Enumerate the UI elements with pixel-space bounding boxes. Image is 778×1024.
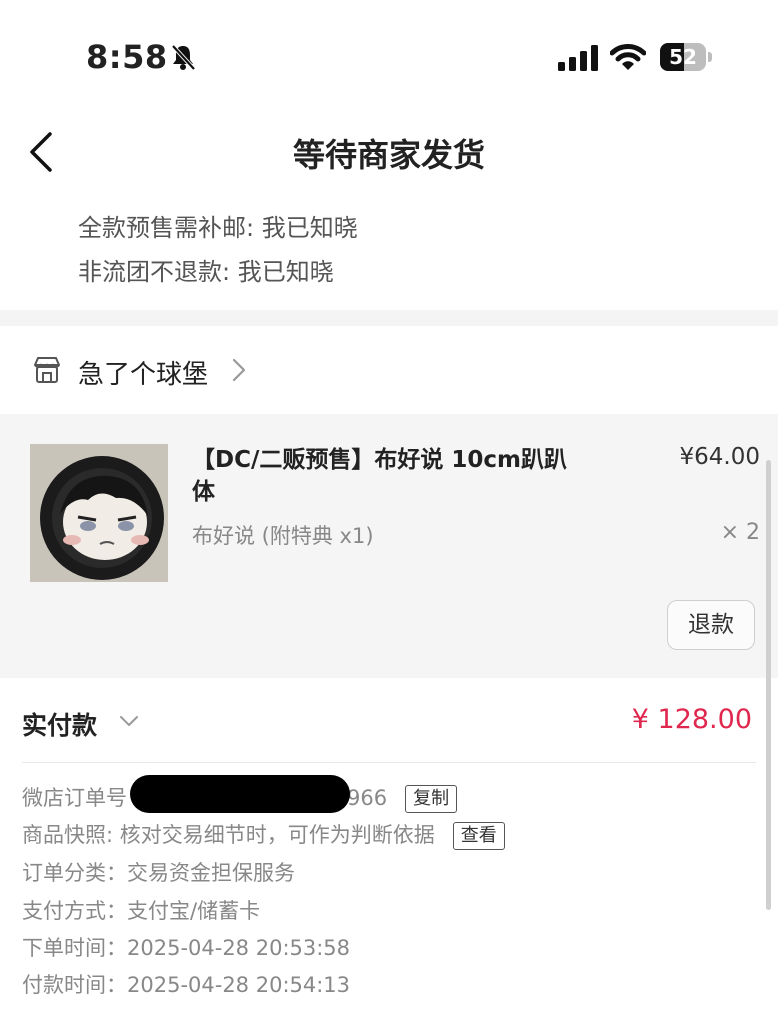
order-info: 实付款 ¥ 128.00 微店订单号 966 复制 商品快照: 核对交易细节时，可作…: [0, 678, 778, 1024]
redaction-mask: [130, 775, 350, 813]
product-item[interactable]: 【DC/二贩预售】布好说 10cm趴趴体 ¥64.00 布好说 (附特典 x1)…: [0, 414, 778, 678]
order-time-row: 下单时间：2025-04-28 20:53:58: [22, 932, 350, 962]
snapshot-value: 核对交易细节时，可作为判断依据: [119, 823, 435, 847]
pay-method-key: 支付方式：: [22, 899, 127, 923]
category-row: 订单分类：交易资金担保服务: [22, 857, 295, 887]
category-key: 订单分类：: [22, 861, 127, 885]
snapshot-key: 商品快照:: [22, 823, 120, 847]
clock: 8:58: [86, 38, 168, 76]
store-name: 急了个球堡: [78, 360, 209, 390]
plush-image: [30, 444, 168, 582]
scrollbar[interactable]: [766, 460, 771, 910]
page-title: 等待商家发货: [292, 136, 485, 174]
view-snapshot-button[interactable]: 查看: [452, 822, 505, 850]
nav-bar: 等待商家发货: [0, 110, 778, 200]
note-line: 非流团不退款: 我已知晓: [78, 258, 334, 286]
cellular-signal-icon: [558, 45, 598, 71]
note-line: 全款预售需补邮: 我已知晓: [78, 214, 358, 242]
shop-icon: [34, 357, 60, 383]
copy-button[interactable]: 复制: [405, 785, 458, 813]
battery-indicator: 52: [660, 43, 712, 71]
snapshot-row: 商品快照: 核对交易细节时，可作为判断依据 查看: [22, 819, 505, 850]
pay-time-row: 付款时间：2025-04-28 20:54:13: [22, 969, 350, 999]
order-time-key: 下单时间：: [22, 936, 127, 960]
paid-amount: ¥ 128.00: [631, 704, 752, 735]
product-title[interactable]: 【DC/二贩预售】布好说 10cm趴趴体: [192, 444, 582, 508]
product-quantity: × 2: [720, 520, 760, 545]
order-number-value: 966: [347, 786, 388, 810]
refund-button[interactable]: 退款: [667, 600, 755, 650]
store-row[interactable]: 急了个球堡: [0, 326, 778, 414]
status-bar: 8:58 52: [0, 0, 778, 110]
wifi-icon: [610, 44, 646, 70]
battery-percent: 52: [669, 45, 697, 69]
pay-method-row: 支付方式：支付宝/储蓄卡: [22, 895, 260, 925]
product-image[interactable]: [30, 444, 168, 582]
paid-label[interactable]: 实付款: [22, 706, 97, 742]
order-number-key: 微店订单号: [22, 786, 127, 810]
chevron-down-icon[interactable]: [118, 714, 140, 728]
chevron-right-icon: [232, 358, 246, 382]
product-price: ¥64.00: [679, 444, 760, 470]
pay-time-key: 付款时间：: [22, 973, 127, 997]
order-notes: 全款预售需补邮: 我已知晓 非流团不退款: 我已知晓: [0, 200, 778, 310]
product-variant: 布好说 (附特典 x1): [192, 524, 374, 548]
silent-bell-icon: [171, 44, 196, 71]
divider: [22, 762, 756, 763]
category-value: 交易资金担保服务: [127, 861, 295, 885]
order-time-value: 2025-04-28 20:53:58: [127, 936, 351, 960]
pay-method-value: 支付宝/储蓄卡: [127, 899, 261, 923]
pay-time-value: 2025-04-28 20:54:13: [127, 973, 351, 997]
